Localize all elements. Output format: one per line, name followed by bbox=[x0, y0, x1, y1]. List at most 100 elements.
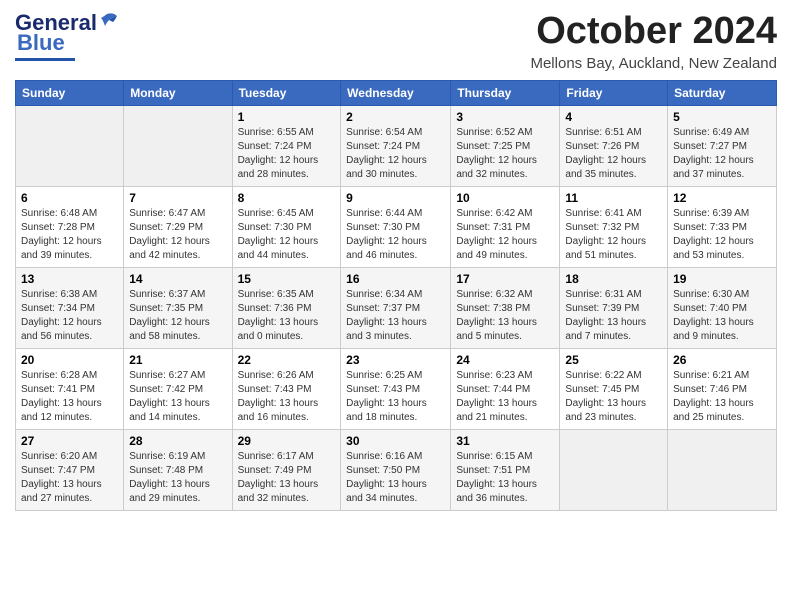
calendar-cell: 20 Sunrise: 6:28 AM Sunset: 7:41 PM Dayli… bbox=[16, 349, 124, 430]
logo-bird-icon bbox=[99, 12, 121, 30]
day-detail: Sunrise: 6:52 AM Sunset: 7:25 PM Dayligh… bbox=[456, 126, 554, 182]
calendar-cell: 4 Sunrise: 6:51 AM Sunset: 7:26 PM Daylig… bbox=[560, 106, 668, 187]
day-detail: Sunrise: 6:19 AM Sunset: 7:48 PM Dayligh… bbox=[129, 450, 226, 506]
calendar-cell: 11Sunrise: 6:41 AM Sunset: 7:32 PM Dayli… bbox=[560, 187, 668, 268]
day-number: 31 bbox=[456, 434, 554, 448]
logo-underline bbox=[15, 58, 75, 61]
logo-blue-text: Blue bbox=[15, 30, 65, 56]
day-number: 16 bbox=[346, 272, 445, 286]
page-header: General Blue October 2024 Mellons Bay, A… bbox=[15, 10, 777, 72]
day-number: 23 bbox=[346, 353, 445, 367]
calendar-cell: 13 Sunrise: 6:38 AM Sunset: 7:34 PM Dayli… bbox=[16, 268, 124, 349]
calendar-cell: 2 Sunrise: 6:54 AM Sunset: 7:24 PM Daylig… bbox=[341, 106, 451, 187]
day-detail: Sunrise: 6:34 AM Sunset: 7:37 PM Dayligh… bbox=[346, 288, 445, 344]
calendar-week-row: 13 Sunrise: 6:38 AM Sunset: 7:34 PM Dayli… bbox=[16, 268, 777, 349]
header-saturday: Saturday bbox=[668, 81, 777, 106]
calendar-cell: 3 Sunrise: 6:52 AM Sunset: 7:25 PM Daylig… bbox=[451, 106, 560, 187]
calendar-cell bbox=[124, 106, 232, 187]
header-tuesday: Tuesday bbox=[232, 81, 341, 106]
day-detail: Sunrise: 6:47 AM Sunset: 7:29 PM Dayligh… bbox=[129, 207, 226, 263]
calendar-cell: 26Sunrise: 6:21 AM Sunset: 7:46 PM Dayli… bbox=[668, 349, 777, 430]
calendar-cell: 1 Sunrise: 6:55 AM Sunset: 7:24 PM Daylig… bbox=[232, 106, 341, 187]
day-detail: Sunrise: 6:39 AM Sunset: 7:33 PM Dayligh… bbox=[673, 207, 771, 263]
day-number: 21 bbox=[129, 353, 226, 367]
day-number: 22 bbox=[238, 353, 336, 367]
day-number: 27 bbox=[21, 434, 118, 448]
calendar-cell: 30Sunrise: 6:16 AM Sunset: 7:50 PM Dayli… bbox=[341, 430, 451, 511]
day-detail: Sunrise: 6:35 AM Sunset: 7:36 PM Dayligh… bbox=[238, 288, 336, 344]
day-detail: Sunrise: 6:22 AM Sunset: 7:45 PM Dayligh… bbox=[565, 369, 662, 425]
day-number: 25 bbox=[565, 353, 662, 367]
day-detail: Sunrise: 6:23 AM Sunset: 7:44 PM Dayligh… bbox=[456, 369, 554, 425]
day-detail: Sunrise: 6:27 AM Sunset: 7:42 PM Dayligh… bbox=[129, 369, 226, 425]
day-detail: Sunrise: 6:25 AM Sunset: 7:43 PM Dayligh… bbox=[346, 369, 445, 425]
day-number: 3 bbox=[456, 110, 554, 124]
calendar-table: Sunday Monday Tuesday Wednesday Thursday… bbox=[15, 80, 777, 511]
calendar-cell: 8Sunrise: 6:45 AM Sunset: 7:30 PM Daylig… bbox=[232, 187, 341, 268]
calendar-week-row: 1 Sunrise: 6:55 AM Sunset: 7:24 PM Daylig… bbox=[16, 106, 777, 187]
day-detail: Sunrise: 6:55 AM Sunset: 7:24 PM Dayligh… bbox=[238, 126, 336, 182]
day-detail: Sunrise: 6:54 AM Sunset: 7:24 PM Dayligh… bbox=[346, 126, 445, 182]
day-detail: Sunrise: 6:48 AM Sunset: 7:28 PM Dayligh… bbox=[21, 207, 118, 263]
calendar-cell: 25 Sunrise: 6:22 AM Sunset: 7:45 PM Dayli… bbox=[560, 349, 668, 430]
calendar-cell: 6 Sunrise: 6:48 AM Sunset: 7:28 PM Daylig… bbox=[16, 187, 124, 268]
day-number: 4 bbox=[565, 110, 662, 124]
day-number: 15 bbox=[238, 272, 336, 286]
calendar-cell: 18 Sunrise: 6:31 AM Sunset: 7:39 PM Dayli… bbox=[560, 268, 668, 349]
day-number: 30 bbox=[346, 434, 445, 448]
calendar-cell: 17Sunrise: 6:32 AM Sunset: 7:38 PM Dayli… bbox=[451, 268, 560, 349]
calendar-cell bbox=[560, 430, 668, 511]
day-detail: Sunrise: 6:44 AM Sunset: 7:30 PM Dayligh… bbox=[346, 207, 445, 263]
calendar-cell: 12 Sunrise: 6:39 AM Sunset: 7:33 PM Dayli… bbox=[668, 187, 777, 268]
weekday-header-row: Sunday Monday Tuesday Wednesday Thursday… bbox=[16, 81, 777, 106]
calendar-cell: 7Sunrise: 6:47 AM Sunset: 7:29 PM Daylig… bbox=[124, 187, 232, 268]
day-detail: Sunrise: 6:51 AM Sunset: 7:26 PM Dayligh… bbox=[565, 126, 662, 182]
header-thursday: Thursday bbox=[451, 81, 560, 106]
calendar-cell: 19 Sunrise: 6:30 AM Sunset: 7:40 PM Dayli… bbox=[668, 268, 777, 349]
header-monday: Monday bbox=[124, 81, 232, 106]
day-number: 9 bbox=[346, 191, 445, 205]
day-number: 11 bbox=[565, 191, 662, 205]
calendar-cell: 9 Sunrise: 6:44 AM Sunset: 7:30 PM Daylig… bbox=[341, 187, 451, 268]
calendar-cell: 14Sunrise: 6:37 AM Sunset: 7:35 PM Dayli… bbox=[124, 268, 232, 349]
calendar-cell: 28 Sunrise: 6:19 AM Sunset: 7:48 PM Dayli… bbox=[124, 430, 232, 511]
header-sunday: Sunday bbox=[16, 81, 124, 106]
day-number: 12 bbox=[673, 191, 771, 205]
day-detail: Sunrise: 6:38 AM Sunset: 7:34 PM Dayligh… bbox=[21, 288, 118, 344]
day-number: 28 bbox=[129, 434, 226, 448]
calendar-week-row: 6 Sunrise: 6:48 AM Sunset: 7:28 PM Daylig… bbox=[16, 187, 777, 268]
day-detail: Sunrise: 6:45 AM Sunset: 7:30 PM Dayligh… bbox=[238, 207, 336, 263]
calendar-cell: 24 Sunrise: 6:23 AM Sunset: 7:44 PM Dayli… bbox=[451, 349, 560, 430]
day-detail: Sunrise: 6:31 AM Sunset: 7:39 PM Dayligh… bbox=[565, 288, 662, 344]
month-title: October 2024 bbox=[530, 10, 777, 53]
day-detail: Sunrise: 6:37 AM Sunset: 7:35 PM Dayligh… bbox=[129, 288, 226, 344]
day-number: 26 bbox=[673, 353, 771, 367]
day-detail: Sunrise: 6:42 AM Sunset: 7:31 PM Dayligh… bbox=[456, 207, 554, 263]
calendar-cell: 29Sunrise: 6:17 AM Sunset: 7:49 PM Dayli… bbox=[232, 430, 341, 511]
calendar-week-row: 27Sunrise: 6:20 AM Sunset: 7:47 PM Dayli… bbox=[16, 430, 777, 511]
day-number: 24 bbox=[456, 353, 554, 367]
day-detail: Sunrise: 6:28 AM Sunset: 7:41 PM Dayligh… bbox=[21, 369, 118, 425]
day-number: 1 bbox=[238, 110, 336, 124]
day-detail: Sunrise: 6:32 AM Sunset: 7:38 PM Dayligh… bbox=[456, 288, 554, 344]
day-number: 18 bbox=[565, 272, 662, 286]
day-number: 19 bbox=[673, 272, 771, 286]
day-number: 6 bbox=[21, 191, 118, 205]
calendar-cell: 16 Sunrise: 6:34 AM Sunset: 7:37 PM Dayli… bbox=[341, 268, 451, 349]
calendar-cell: 15 Sunrise: 6:35 AM Sunset: 7:36 PM Dayli… bbox=[232, 268, 341, 349]
calendar-cell: 23 Sunrise: 6:25 AM Sunset: 7:43 PM Dayli… bbox=[341, 349, 451, 430]
title-area: October 2024 Mellons Bay, Auckland, New … bbox=[530, 10, 777, 72]
day-number: 20 bbox=[21, 353, 118, 367]
day-detail: Sunrise: 6:30 AM Sunset: 7:40 PM Dayligh… bbox=[673, 288, 771, 344]
day-number: 13 bbox=[21, 272, 118, 286]
day-detail: Sunrise: 6:49 AM Sunset: 7:27 PM Dayligh… bbox=[673, 126, 771, 182]
calendar-cell: 21 Sunrise: 6:27 AM Sunset: 7:42 PM Dayli… bbox=[124, 349, 232, 430]
day-number: 10 bbox=[456, 191, 554, 205]
calendar-cell: 27Sunrise: 6:20 AM Sunset: 7:47 PM Dayli… bbox=[16, 430, 124, 511]
calendar-cell: 10 Sunrise: 6:42 AM Sunset: 7:31 PM Dayli… bbox=[451, 187, 560, 268]
calendar-cell bbox=[668, 430, 777, 511]
day-detail: Sunrise: 6:17 AM Sunset: 7:49 PM Dayligh… bbox=[238, 450, 336, 506]
logo: General Blue bbox=[15, 10, 121, 61]
day-detail: Sunrise: 6:15 AM Sunset: 7:51 PM Dayligh… bbox=[456, 450, 554, 506]
day-number: 2 bbox=[346, 110, 445, 124]
